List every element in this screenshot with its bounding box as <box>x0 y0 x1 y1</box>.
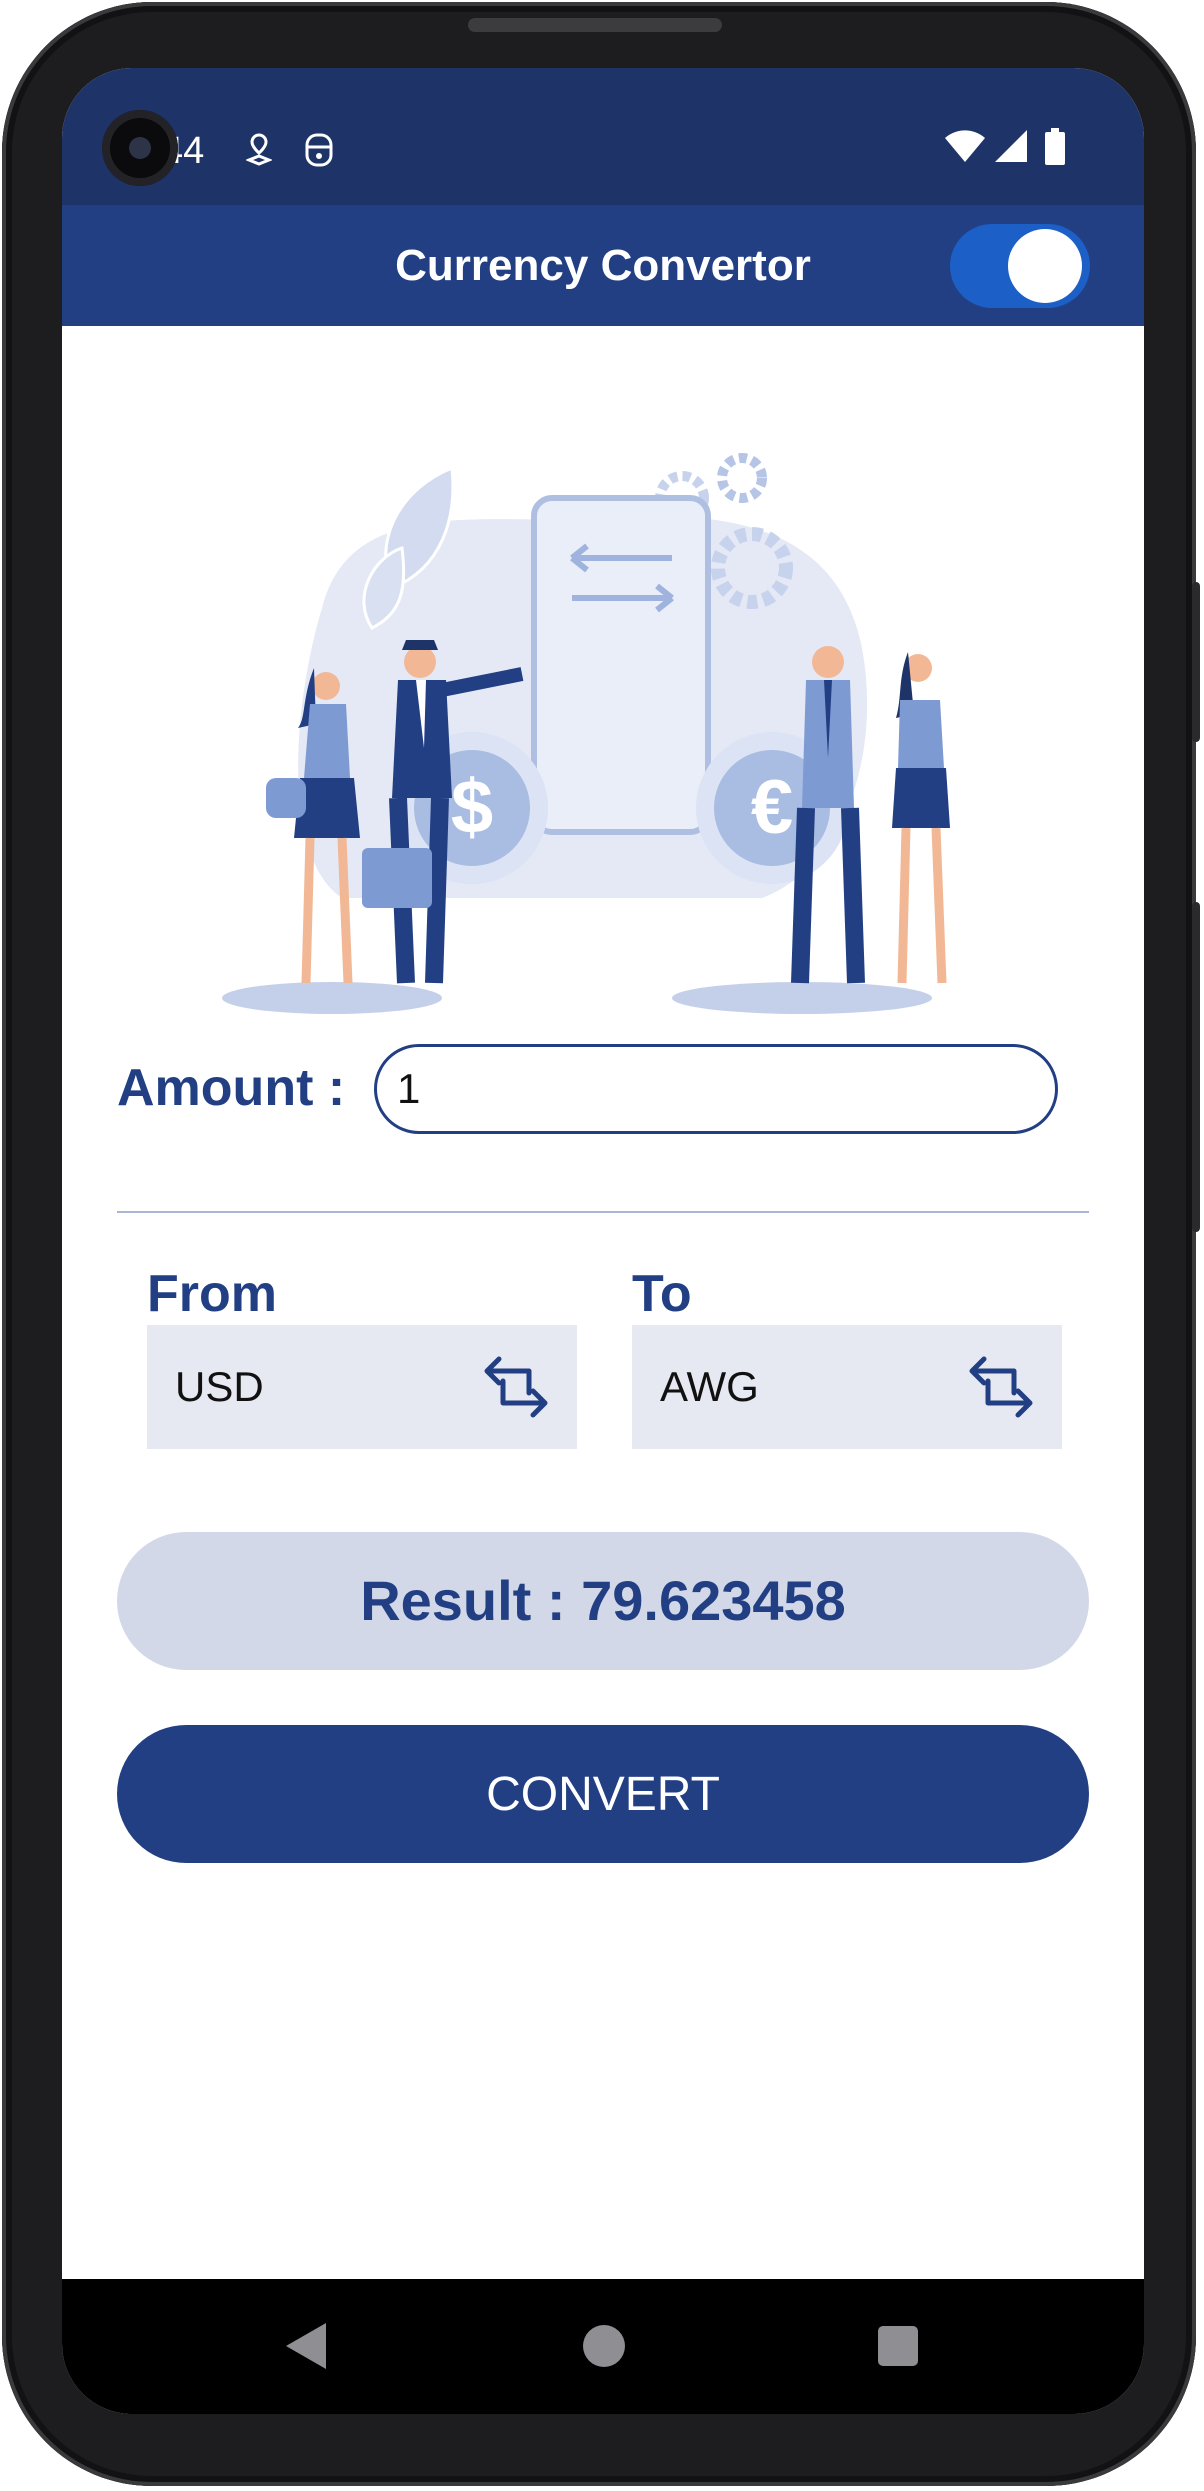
svg-text:$: $ <box>451 765 493 850</box>
from-label: From <box>147 1265 277 1323</box>
to-currency-value: AWG <box>660 1363 759 1410</box>
woman-figure-left <box>266 668 360 984</box>
navigation-bar <box>62 2279 1144 2414</box>
swap-icon <box>481 1355 551 1424</box>
volume-button <box>1192 582 1200 742</box>
from-currency-spinner[interactable]: USD <box>147 1325 577 1449</box>
result-display: Result : 79.623458 <box>117 1532 1089 1670</box>
privacy-icon <box>304 132 334 173</box>
convert-button[interactable]: CONVERT <box>117 1725 1089 1863</box>
back-icon[interactable] <box>284 2321 328 2376</box>
home-icon[interactable] <box>582 2321 626 2376</box>
from-currency-value: USD <box>175 1363 264 1410</box>
to-currency-spinner[interactable]: AWG <box>632 1325 1062 1449</box>
swap-icon <box>966 1355 1036 1424</box>
battery-icon <box>1044 128 1066 171</box>
power-button <box>1192 902 1200 1232</box>
toggle-knob <box>1008 229 1082 303</box>
location-icon <box>244 132 274 171</box>
signal-icon <box>994 128 1028 169</box>
phone-frame: 44 Currency Convertor $ € Amount: 1 Fro… <box>2 2 1200 2486</box>
to-label: To <box>632 1265 692 1323</box>
recents-icon[interactable] <box>876 2321 920 2376</box>
status-bar: 44 <box>62 68 1144 205</box>
currency-exchange-illustration: $ € <box>222 453 950 1014</box>
theme-toggle[interactable] <box>950 224 1090 308</box>
wifi-icon <box>944 128 986 169</box>
app-bar: Currency Convertor <box>62 205 1144 326</box>
svg-text:€: € <box>751 765 793 850</box>
divider <box>117 1211 1089 1213</box>
earpiece-speaker <box>468 18 722 32</box>
woman-figure-right <box>892 652 950 984</box>
screen: 44 Currency Convertor $ € Amount: 1 Fro… <box>62 68 1144 2414</box>
amount-label: Amount : <box>117 1059 346 1117</box>
amount-input[interactable] <box>374 1044 1058 1134</box>
camera-icon <box>102 110 178 186</box>
